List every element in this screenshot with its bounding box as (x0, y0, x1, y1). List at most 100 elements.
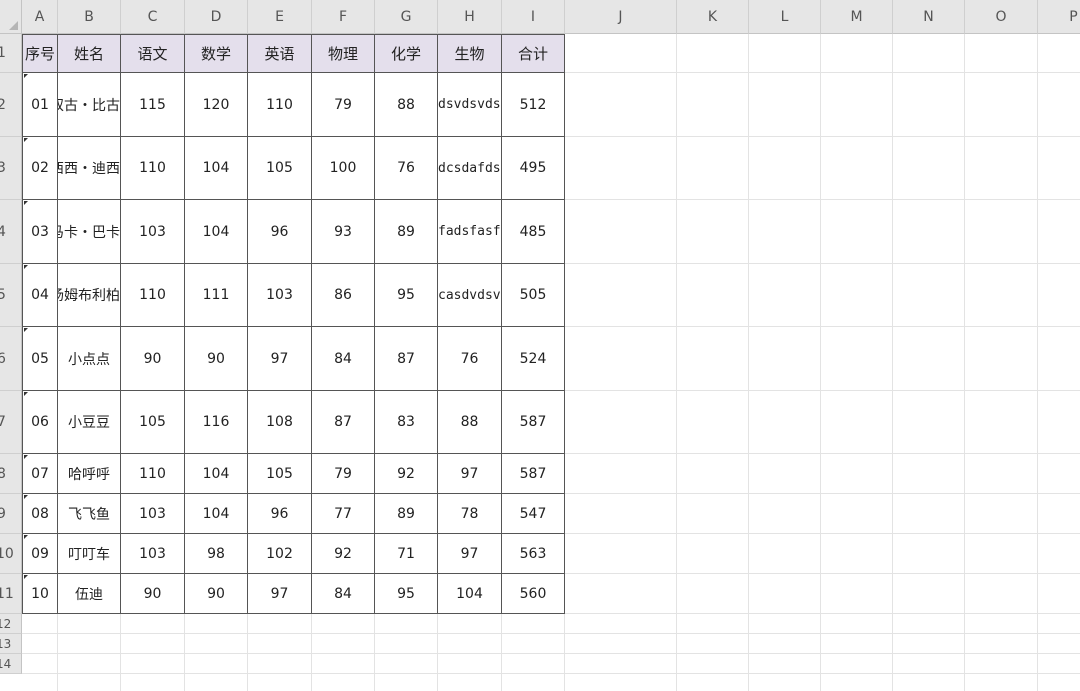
table-cell[interactable]: 102 (248, 534, 312, 574)
table-cell[interactable]: 104 (185, 200, 248, 264)
table-cell-id[interactable]: 04 (22, 264, 58, 327)
table-cell[interactable]: 71 (375, 534, 438, 574)
table-cell[interactable]: 77 (312, 494, 375, 534)
table-cell[interactable]: 111 (185, 264, 248, 327)
table-header-cell[interactable]: 化学 (375, 34, 438, 73)
table-cell[interactable]: 524 (502, 327, 565, 391)
table-cell[interactable]: 105 (248, 454, 312, 494)
table-cell[interactable]: 120 (185, 73, 248, 137)
table-cell[interactable]: 495 (502, 137, 565, 200)
table-cell[interactable]: 100 (312, 137, 375, 200)
table-cell[interactable]: 103 (121, 200, 185, 264)
table-cell[interactable]: 110 (121, 264, 185, 327)
table-cell[interactable]: 547 (502, 494, 565, 534)
table-header-cell[interactable]: 物理 (312, 34, 375, 73)
column-header-p[interactable]: P (1038, 0, 1080, 34)
column-header-o[interactable]: O (965, 0, 1038, 34)
table-cell-id[interactable]: 09 (22, 534, 58, 574)
column-header-i[interactable]: I (502, 0, 565, 34)
table-header-cell[interactable]: 姓名 (58, 34, 121, 73)
table-cell-id[interactable]: 08 (22, 494, 58, 534)
table-cell[interactable]: 90 (185, 327, 248, 391)
table-cell[interactable]: 90 (121, 327, 185, 391)
table-cell[interactable]: 97 (248, 574, 312, 614)
table-cell[interactable]: 89 (375, 494, 438, 534)
table-header-cell[interactable]: 生物 (438, 34, 502, 73)
table-cell[interactable]: 92 (375, 454, 438, 494)
table-cell[interactable]: 485 (502, 200, 565, 264)
table-cell[interactable]: 79 (312, 454, 375, 494)
table-cell[interactable]: 108 (248, 391, 312, 454)
row-header-12[interactable]: 12 (0, 614, 22, 634)
table-cell[interactable]: dsvdsvdsv (438, 73, 502, 137)
table-cell-name[interactable]: 西西・迪西 (58, 137, 121, 200)
table-cell[interactable]: 110 (248, 73, 312, 137)
table-cell[interactable]: 560 (502, 574, 565, 614)
table-header-cell[interactable]: 语文 (121, 34, 185, 73)
select-all-corner[interactable] (0, 0, 22, 34)
table-cell[interactable]: 104 (185, 494, 248, 534)
table-cell[interactable]: 78 (438, 494, 502, 534)
table-cell[interactable]: 88 (438, 391, 502, 454)
column-header-j[interactable]: J (565, 0, 677, 34)
table-cell-id[interactable]: 10 (22, 574, 58, 614)
column-header-c[interactable]: C (121, 0, 185, 34)
column-header-m[interactable]: M (821, 0, 893, 34)
table-cell-name[interactable]: 汤姆布利柏 (58, 264, 121, 327)
table-cell-id[interactable]: 03 (22, 200, 58, 264)
table-cell[interactable]: 93 (312, 200, 375, 264)
table-cell-id[interactable]: 01 (22, 73, 58, 137)
table-cell[interactable]: 104 (185, 137, 248, 200)
row-header-1[interactable]: 1 (0, 34, 22, 73)
table-cell[interactable]: 76 (375, 137, 438, 200)
table-cell[interactable]: 505 (502, 264, 565, 327)
table-cell[interactable]: 105 (121, 391, 185, 454)
table-cell[interactable]: 104 (185, 454, 248, 494)
column-header-e[interactable]: E (248, 0, 312, 34)
table-cell[interactable]: 103 (121, 534, 185, 574)
table-cell[interactable]: 104 (438, 574, 502, 614)
table-cell[interactable]: 89 (375, 200, 438, 264)
column-header-h[interactable]: H (438, 0, 502, 34)
table-cell[interactable]: 587 (502, 454, 565, 494)
table-cell-name[interactable]: 小豆豆 (58, 391, 121, 454)
table-cell-id[interactable]: 06 (22, 391, 58, 454)
row-header-8[interactable]: 8 (0, 454, 22, 494)
table-cell[interactable]: 512 (502, 73, 565, 137)
row-header-14[interactable]: 14 (0, 654, 22, 674)
table-cell[interactable]: casdvdsvs (438, 264, 502, 327)
row-header-3[interactable]: 3 (0, 137, 22, 200)
table-header-cell[interactable]: 合计 (502, 34, 565, 73)
row-header-9[interactable]: 9 (0, 494, 22, 534)
table-cell-name[interactable]: 叮叮车 (58, 534, 121, 574)
table-header-cell[interactable]: 英语 (248, 34, 312, 73)
table-cell-name[interactable]: 哈呼呼 (58, 454, 121, 494)
table-cell[interactable]: fadsfasfd (438, 200, 502, 264)
table-cell[interactable]: 86 (312, 264, 375, 327)
table-cell-name[interactable]: 马卡・巴卡 (58, 200, 121, 264)
table-cell[interactable]: 115 (121, 73, 185, 137)
table-cell[interactable]: 563 (502, 534, 565, 574)
table-cell[interactable]: 110 (121, 454, 185, 494)
table-cell[interactable]: 105 (248, 137, 312, 200)
row-header-13[interactable]: 13 (0, 634, 22, 654)
table-cell-id[interactable]: 02 (22, 137, 58, 200)
table-cell[interactable]: 87 (375, 327, 438, 391)
table-cell[interactable]: 116 (185, 391, 248, 454)
column-header-a[interactable]: A (22, 0, 58, 34)
table-cell[interactable]: 87 (312, 391, 375, 454)
table-cell[interactable]: 97 (248, 327, 312, 391)
row-header-10[interactable]: 10 (0, 534, 22, 574)
table-cell[interactable]: 96 (248, 494, 312, 534)
column-header-b[interactable]: B (58, 0, 121, 34)
table-cell-name[interactable]: 飞飞鱼 (58, 494, 121, 534)
table-cell[interactable]: 76 (438, 327, 502, 391)
table-cell[interactable]: 83 (375, 391, 438, 454)
table-cell[interactable]: 95 (375, 574, 438, 614)
table-cell[interactable]: dcsdafdsf (438, 137, 502, 200)
column-header-g[interactable]: G (375, 0, 438, 34)
table-header-cell[interactable]: 序号 (22, 34, 58, 73)
table-cell-name[interactable]: 伍迪 (58, 574, 121, 614)
row-header-5[interactable]: 5 (0, 264, 22, 327)
row-header-6[interactable]: 6 (0, 327, 22, 391)
